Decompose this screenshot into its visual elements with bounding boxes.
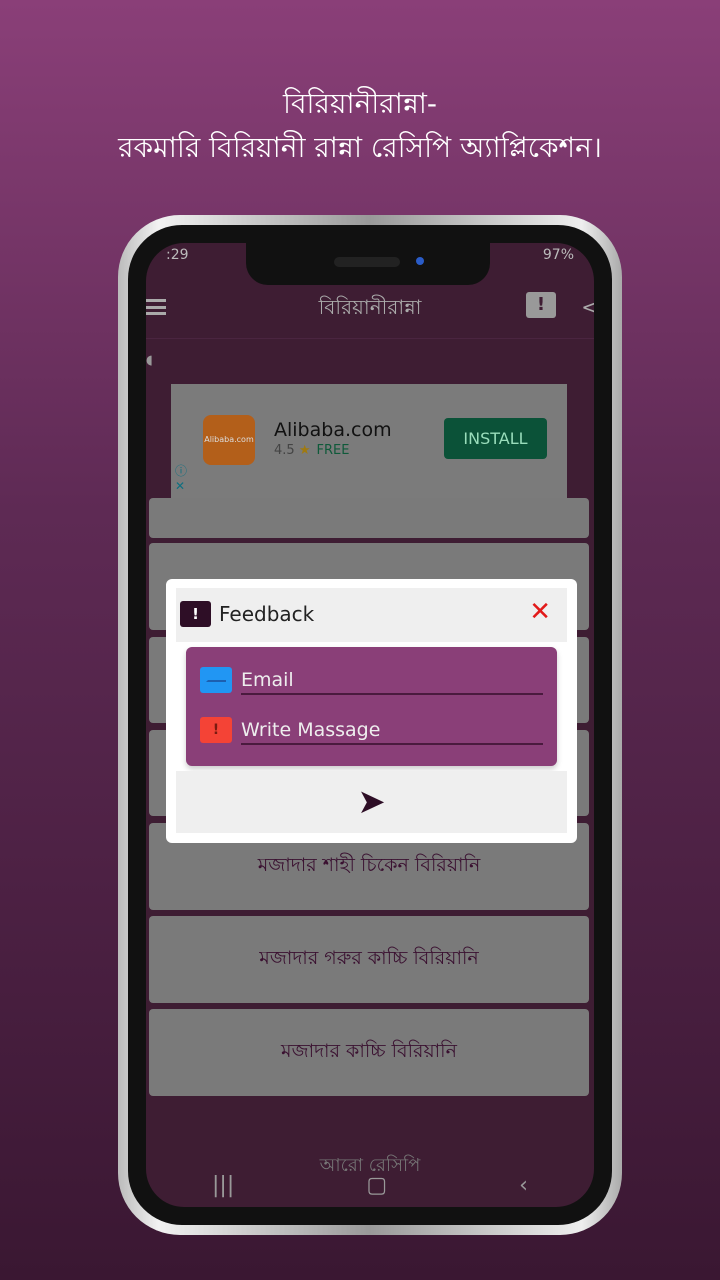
email-field[interactable]: Email bbox=[241, 669, 543, 695]
recipe-card[interactable]: মজাদার গরুর কাচ্চি বিরিয়ানি bbox=[149, 916, 589, 1003]
dialog-header: ! Feedback ✕ bbox=[176, 588, 567, 642]
message-field[interactable]: Write Massage bbox=[241, 719, 543, 745]
send-icon: ➤ bbox=[357, 782, 386, 822]
notch bbox=[246, 243, 490, 285]
dialog-title: Feedback bbox=[219, 602, 315, 626]
share-icon[interactable]: < bbox=[581, 295, 594, 319]
back-icon[interactable]: ‹ bbox=[519, 1173, 528, 1198]
ad-banner[interactable]: Alibaba.com Alibaba.com 4.5 ★ FREE INSTAL… bbox=[171, 384, 567, 498]
close-ad-icon[interactable]: ✕ bbox=[175, 479, 187, 494]
headline-line-1: বিরিয়ানীরান্না- bbox=[282, 87, 438, 120]
ad-price: FREE bbox=[316, 443, 350, 458]
home-icon[interactable]: ▢ bbox=[366, 1173, 387, 1198]
email-icon bbox=[200, 667, 232, 693]
feedback-icon: ! bbox=[180, 601, 211, 627]
install-button[interactable]: INSTALL bbox=[444, 418, 547, 459]
headline-line-2: রকমারি বিরিয়ানী রান্না রেসিপি অ্যাপ্লিক… bbox=[118, 131, 602, 164]
promo-headline: বিরিয়ানীরান্না- রকমারি বিরিয়ানী রান্না… bbox=[0, 82, 720, 170]
feedback-form: Email ! Write Massage bbox=[186, 647, 557, 766]
feedback-dialog: ! Feedback ✕ Email ! Write Massage ➤ bbox=[166, 579, 577, 843]
ad-rating: 4.5 bbox=[274, 443, 295, 458]
feedback-icon[interactable]: ! bbox=[526, 292, 556, 318]
recipe-card[interactable] bbox=[149, 498, 589, 538]
nav-bar: ||| ▢ ‹ bbox=[146, 1163, 594, 1207]
ad-app-logo: Alibaba.com bbox=[203, 415, 255, 465]
star-icon: ★ bbox=[298, 443, 311, 458]
speaker-icon: ◖ bbox=[146, 353, 153, 368]
send-button[interactable]: ➤ bbox=[176, 771, 567, 833]
ad-app-name: Alibaba.com bbox=[274, 419, 392, 441]
info-icon[interactable]: ⓘ bbox=[175, 464, 187, 479]
recipe-card[interactable]: মজাদার কাচ্চি বিরিয়ানি bbox=[149, 1009, 589, 1096]
recipe-title: মজাদার কাচ্চি বিরিয়ানি bbox=[281, 1039, 457, 1062]
status-time: :29 bbox=[166, 247, 189, 263]
close-icon[interactable]: ✕ bbox=[529, 597, 551, 627]
app-bar: বিরিয়ানীরান্না ! < bbox=[146, 277, 594, 339]
recipe-title: মজাদার গরুর কাচ্চি বিরিয়ানি bbox=[259, 946, 479, 969]
recipe-title: মজাদার শাহী চিকেন বিরিয়ানি bbox=[257, 853, 481, 876]
status-battery: 97% bbox=[542, 247, 574, 263]
recents-icon[interactable]: ||| bbox=[212, 1173, 234, 1198]
message-icon: ! bbox=[200, 717, 232, 743]
